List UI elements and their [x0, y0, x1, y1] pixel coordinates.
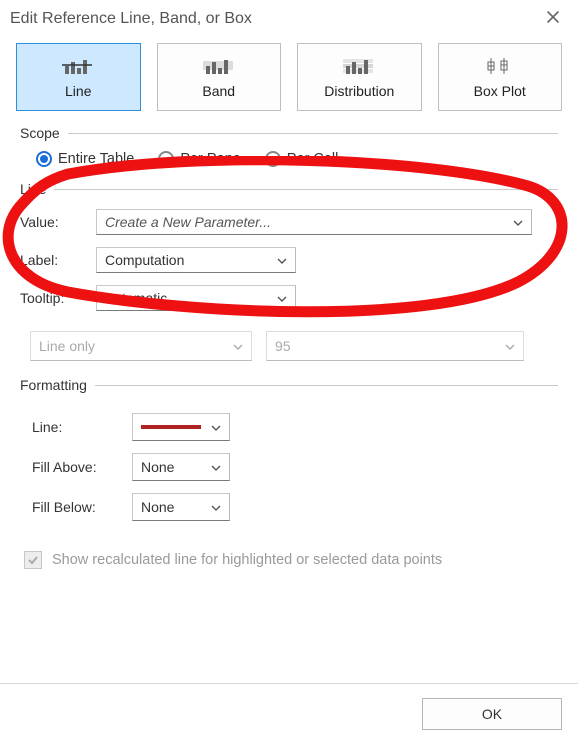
recalculated-checkbox[interactable]	[24, 551, 42, 569]
line-legend: Line	[20, 181, 46, 197]
scope-legend: Scope	[20, 125, 60, 141]
radio-dot-icon	[36, 151, 52, 167]
recalculated-label: Show recalculated line for highlighted o…	[52, 552, 442, 568]
fill-above-dropdown[interactable]: None	[132, 453, 230, 481]
divider	[68, 133, 558, 134]
line-style-dropdown[interactable]	[132, 413, 230, 441]
tab-boxplot-label: Box Plot	[474, 83, 526, 99]
chevron-down-icon	[505, 339, 515, 353]
chevron-down-icon	[513, 215, 523, 229]
fill-below-value: None	[141, 499, 174, 515]
tab-line-label: Line	[65, 83, 91, 99]
fill-above-value: None	[141, 459, 174, 475]
confidence-value: 95	[275, 338, 291, 354]
formatting-section: Formatting Line: Fill Above: None Fill B…	[0, 361, 578, 569]
chevron-down-icon	[233, 339, 243, 353]
formatting-legend: Formatting	[20, 377, 87, 393]
fill-below-label: Fill Below:	[32, 499, 122, 515]
value-label: Value:	[20, 214, 86, 230]
dialog-footer: OK	[0, 683, 578, 744]
chevron-down-icon	[211, 420, 221, 434]
band-icon	[203, 55, 235, 77]
ok-label: OK	[482, 706, 502, 722]
chevron-down-icon	[211, 500, 221, 514]
chevron-down-icon	[277, 253, 287, 267]
radio-entire-label: Entire Table	[58, 151, 134, 167]
line-style-swatch	[141, 425, 201, 429]
line-icon	[62, 55, 94, 77]
radio-cell-label: Per Cell	[287, 151, 339, 167]
label-selected: Computation	[105, 252, 184, 268]
fill-below-dropdown[interactable]: None	[132, 493, 230, 521]
confidence-dropdown[interactable]: 95	[266, 331, 524, 361]
tooltip-label: Tooltip:	[20, 290, 86, 306]
tab-band[interactable]: Band	[157, 43, 282, 111]
value-selected: Create a New Parameter...	[105, 214, 271, 230]
divider	[54, 189, 558, 190]
radio-dot-icon	[158, 151, 174, 167]
fill-above-label: Fill Above:	[32, 459, 122, 475]
tab-band-label: Band	[202, 83, 235, 99]
tab-distribution[interactable]: Distribution	[297, 43, 422, 111]
tab-strip: Line Band Distribution Box Plot	[0, 37, 578, 121]
divider	[95, 385, 558, 386]
label-label: Label:	[20, 252, 86, 268]
radio-dot-icon	[265, 151, 281, 167]
chevron-down-icon	[211, 460, 221, 474]
close-icon[interactable]	[540, 6, 566, 31]
ok-button[interactable]: OK	[422, 698, 562, 730]
line-mode-value: Line only	[39, 338, 95, 354]
radio-entire-table[interactable]: Entire Table	[36, 151, 134, 167]
radio-per-cell[interactable]: Per Cell	[265, 151, 339, 167]
distribution-icon	[343, 55, 375, 77]
dialog-title: Edit Reference Line, Band, or Box	[10, 10, 252, 28]
scope-section: Scope Entire Table Per Pane Per Cell	[0, 121, 578, 171]
radio-pane-label: Per Pane	[180, 151, 240, 167]
line-section: Line Value: Create a New Parameter... La…	[0, 171, 578, 361]
tab-boxplot[interactable]: Box Plot	[438, 43, 563, 111]
tab-line[interactable]: Line	[16, 43, 141, 111]
format-line-label: Line:	[32, 419, 122, 435]
titlebar: Edit Reference Line, Band, or Box	[0, 0, 578, 37]
radio-per-pane[interactable]: Per Pane	[158, 151, 240, 167]
label-dropdown[interactable]: Computation	[96, 247, 296, 273]
boxplot-icon	[484, 55, 516, 77]
chevron-down-icon	[277, 291, 287, 305]
value-dropdown[interactable]: Create a New Parameter...	[96, 209, 532, 235]
line-mode-dropdown[interactable]: Line only	[30, 331, 252, 361]
tooltip-selected: Automatic	[105, 290, 167, 306]
tab-distribution-label: Distribution	[324, 83, 394, 99]
tooltip-dropdown[interactable]: Automatic	[96, 285, 296, 311]
